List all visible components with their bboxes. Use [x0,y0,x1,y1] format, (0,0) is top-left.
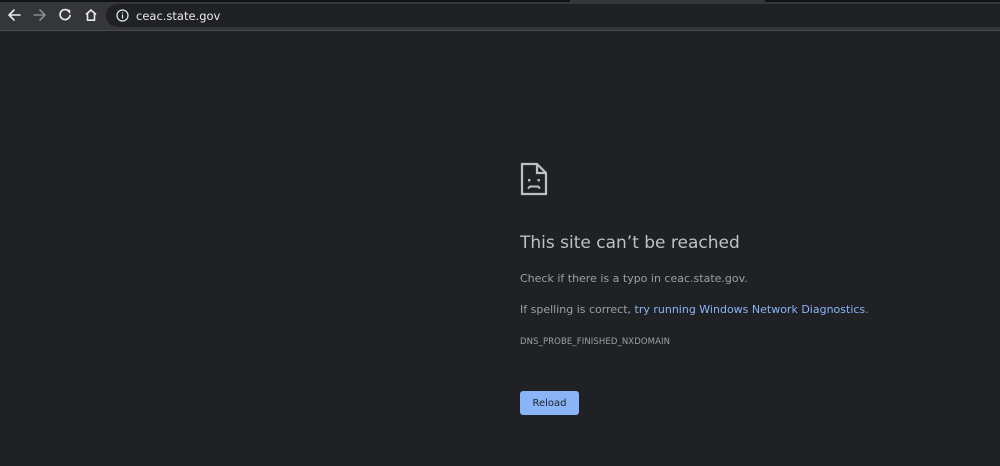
spelling-suffix: . [865,303,869,316]
diagnostics-link[interactable]: try running Windows Network Diagnostics [635,303,866,316]
diagnostics-suggestion: If spelling is correct, try running Wind… [520,303,869,316]
forward-button[interactable] [30,5,50,25]
sad-page-icon [520,162,548,196]
active-tab-edge[interactable] [570,0,765,2]
tab-strip [0,0,1000,2]
info-icon[interactable] [116,9,129,22]
arrow-left-icon [8,9,21,21]
error-code: DNS_PROBE_FINISHED_NXDOMAIN [520,337,671,347]
back-button[interactable] [4,5,24,25]
reload-toolbar-button[interactable] [55,5,75,25]
home-button[interactable] [81,5,101,25]
arrow-right-icon [33,9,46,21]
error-heading: This site can’t be reached [520,233,740,253]
reload-icon [59,8,71,21]
reload-button[interactable]: Reload [520,391,579,415]
address-bar[interactable]: ceac.state.gov [106,4,1000,27]
spelling-prefix: If spelling is correct, [520,303,635,316]
home-icon [85,9,97,21]
url-text: ceac.state.gov [136,8,221,23]
browser-toolbar: ceac.state.gov [0,0,1000,31]
typo-suggestion: Check if there is a typo in ceac.state.g… [520,272,748,285]
